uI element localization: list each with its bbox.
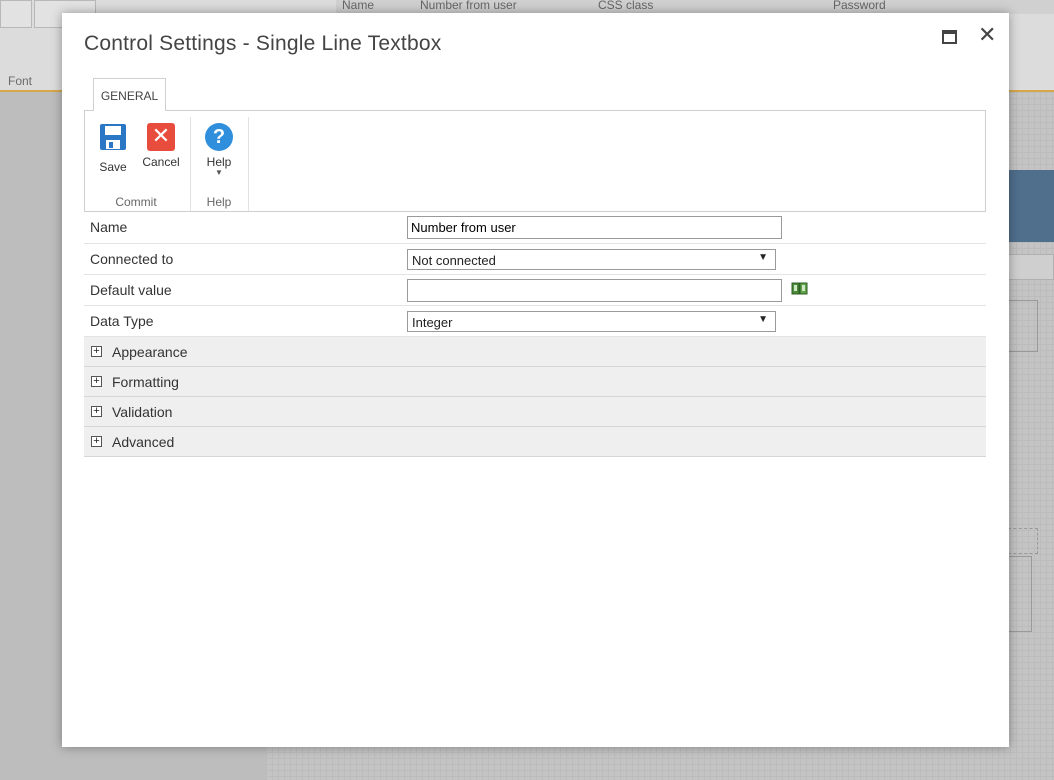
- background-blue-block: [1008, 170, 1054, 242]
- dropdown-arrow-icon: ▼: [758, 314, 768, 325]
- section-advanced[interactable]: + Advanced: [84, 427, 986, 457]
- data-type-select[interactable]: Integer ▼: [407, 311, 776, 332]
- chevron-down-icon: ▼: [215, 168, 223, 177]
- background-field: [1008, 254, 1054, 280]
- name-field[interactable]: [407, 216, 782, 239]
- property-row-default-value: Default value: [84, 275, 986, 306]
- help-icon: ?: [205, 123, 233, 151]
- commit-group-label: Commit: [115, 195, 157, 209]
- background-header-cell: Name: [342, 0, 375, 12]
- connected-to-value: Not connected: [412, 253, 496, 268]
- property-row-name: Name: [84, 212, 986, 244]
- expand-icon[interactable]: +: [91, 406, 102, 417]
- section-formatting[interactable]: + Formatting: [84, 367, 986, 397]
- properties-panel: Name Connected to Not connected ▼ Defaul…: [84, 212, 986, 457]
- background-field: [1008, 300, 1038, 352]
- expand-icon[interactable]: +: [91, 436, 102, 447]
- background-header-cell: Number from user: [420, 0, 517, 12]
- help-group-label: Help: [206, 195, 232, 209]
- background-field: [1008, 556, 1032, 632]
- context-browser-icon[interactable]: [791, 282, 809, 296]
- data-type-label: Data Type: [90, 313, 154, 329]
- save-icon: [100, 124, 126, 150]
- background-header-cell: CSS class: [598, 0, 654, 12]
- cancel-icon: ✕: [147, 123, 175, 151]
- property-row-connected-to: Connected to Not connected ▼: [84, 244, 986, 275]
- dropdown-arrow-icon: ▼: [758, 252, 768, 263]
- background-toolbar-box: [0, 0, 32, 28]
- group-separator: [190, 117, 191, 211]
- expand-icon[interactable]: +: [91, 346, 102, 357]
- data-type-value: Integer: [412, 315, 453, 330]
- name-label: Name: [90, 219, 128, 235]
- dialog-title: Control Settings - Single Line Textbox: [84, 32, 442, 55]
- background-field: [1008, 528, 1038, 554]
- tab-general[interactable]: GENERAL: [93, 78, 166, 111]
- close-button[interactable]: ✕: [978, 24, 996, 48]
- cancel-button[interactable]: ✕ Cancel: [139, 123, 183, 169]
- section-label: Validation: [112, 404, 173, 420]
- maximize-button[interactable]: [942, 30, 957, 44]
- expand-icon[interactable]: +: [91, 376, 102, 387]
- help-label: Help: [206, 155, 232, 169]
- property-row-data-type: Data Type Integer ▼: [84, 306, 986, 337]
- help-button[interactable]: ? Help ▼: [197, 123, 241, 177]
- save-label: Save: [99, 160, 127, 174]
- control-settings-dialog: Control Settings - Single Line Textbox ✕…: [62, 13, 1009, 747]
- section-appearance[interactable]: + Appearance: [84, 337, 986, 367]
- cancel-label: Cancel: [142, 155, 180, 169]
- connected-to-select[interactable]: Not connected ▼: [407, 249, 776, 270]
- default-value-label: Default value: [90, 282, 172, 298]
- group-separator: [248, 117, 249, 211]
- default-value-field[interactable]: [407, 279, 782, 302]
- save-button[interactable]: Save: [91, 123, 135, 174]
- connected-to-label: Connected to: [90, 251, 174, 267]
- section-validation[interactable]: + Validation: [84, 397, 986, 427]
- section-label: Advanced: [112, 434, 175, 450]
- ribbon-toolbar: Save ✕ Cancel Commit ? Help ▼ Help: [84, 110, 986, 212]
- background-font-group-label: Font: [8, 74, 33, 88]
- section-label: Formatting: [112, 374, 179, 390]
- section-label: Appearance: [112, 344, 188, 360]
- background-header-row: Name Number from user CSS class Password: [336, 0, 1054, 14]
- background-header-cell: Password: [833, 0, 886, 12]
